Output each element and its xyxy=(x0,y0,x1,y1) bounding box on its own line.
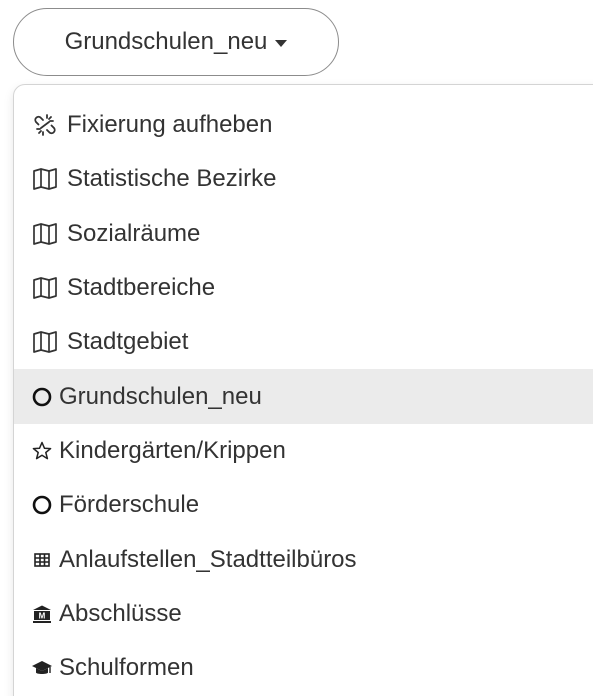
dropdown-selected-label: Grundschulen_neu xyxy=(64,28,268,55)
map-icon xyxy=(32,221,58,247)
menu-item-fixierung-aufheben[interactable]: Fixierung aufheben xyxy=(14,98,593,152)
menu-item-label: Förderschule xyxy=(59,491,200,519)
menu-item-label: Statistische Bezirke xyxy=(67,165,277,193)
menu-item-label: Abschlüsse xyxy=(59,599,182,627)
circle-icon xyxy=(32,492,52,518)
menu-item-abschluesse[interactable]: M Abschlüsse xyxy=(14,587,593,641)
menu-item-label: Kindergärten/Krippen xyxy=(59,436,286,464)
menu-item-stadtbereiche[interactable]: Stadtbereiche xyxy=(14,261,593,315)
menu-item-kindergaerten-krippen[interactable]: Kindergärten/Krippen xyxy=(14,424,593,478)
grid-icon xyxy=(32,547,52,573)
menu-item-label: Anlaufstellen_Stadtteilbüros xyxy=(59,545,357,573)
menu-item-foerderschule[interactable]: Förderschule xyxy=(14,478,593,532)
menu-item-label: Schulformen xyxy=(59,654,194,682)
menu-item-label: Stadtgebiet xyxy=(67,328,189,356)
map-icon xyxy=(32,166,58,192)
map-icon xyxy=(32,329,58,355)
menu-list: Fixierung aufheben Statistische Bezirke xyxy=(14,98,593,695)
graduation-cap-icon xyxy=(32,655,52,681)
unlink-icon xyxy=(32,112,58,138)
caret-down-icon xyxy=(275,40,288,47)
menu-item-label: Fixierung aufheben xyxy=(67,111,273,139)
menu-item-schulformen[interactable]: Schulformen xyxy=(14,641,593,695)
menu-item-label: Grundschulen_neu xyxy=(59,382,262,410)
menu-item-statistische-bezirke[interactable]: Statistische Bezirke xyxy=(14,152,593,206)
menu-item-label: Stadtbereiche xyxy=(67,274,216,302)
menu-item-anlaufstellen-stadtteilbueros[interactable]: Anlaufstellen_Stadtteilbüros xyxy=(14,532,593,586)
star-icon xyxy=(32,438,52,464)
layer-dropdown-menu: Fixierung aufheben Statistische Bezirke xyxy=(13,84,593,696)
layer-selector: Grundschulen_neu Fixierung aufheben Stat… xyxy=(0,0,593,696)
svg-text:M: M xyxy=(39,611,46,620)
menu-item-grundschulen-neu[interactable]: Grundschulen_neu xyxy=(14,369,593,424)
circle-icon xyxy=(32,384,52,410)
menu-item-stadtgebiet[interactable]: Stadtgebiet xyxy=(14,315,593,369)
layer-dropdown-toggle[interactable]: Grundschulen_neu xyxy=(13,8,339,76)
menu-item-label: Sozialräume xyxy=(67,219,201,247)
map-icon xyxy=(32,275,58,301)
menu-item-sozialraeume[interactable]: Sozialräume xyxy=(14,207,593,261)
institution-icon: M xyxy=(32,601,52,627)
